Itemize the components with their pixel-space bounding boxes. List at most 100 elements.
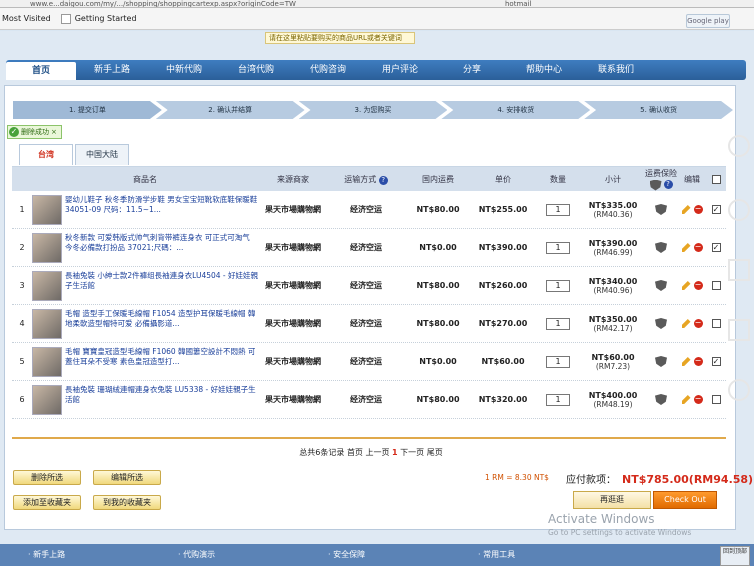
footer-security[interactable]: · 安全保障 — [300, 544, 450, 566]
edit-icon[interactable] — [681, 395, 691, 404]
footer-beginner[interactable]: · 新手上路 — [0, 544, 150, 566]
windows-start-icon[interactable] — [728, 259, 750, 281]
delete-selected-button[interactable]: 删除所选 — [13, 470, 81, 485]
nav-taiwan-purchase[interactable]: 台湾代购 — [220, 60, 292, 80]
select-all-checkbox[interactable] — [711, 174, 721, 184]
tab-taiwan[interactable]: 台湾 — [19, 144, 73, 165]
bookmark-getting-started[interactable]: Getting Started — [60, 13, 137, 24]
browser-address-strip[interactable]: www.e...daigou.com/my/.../shopping/shopp… — [0, 0, 754, 8]
product-thumbnail[interactable] — [32, 346, 62, 377]
pager-last[interactable]: 尾页 — [427, 448, 443, 457]
footer-tools[interactable]: · 常用工具 — [450, 544, 600, 566]
product-cell: 毛帽 寶寶皇冠造型毛線帽 F1060 韓國簍空設計不悶熱 可蓋住耳朵不受寒 素色… — [32, 346, 258, 377]
edit-icon[interactable] — [681, 319, 691, 328]
cart-table: 商品名 来源商家 运输方式 ? 国内运费 单价 数量 小计 运费保险 ? 编辑 … — [12, 166, 726, 419]
pager-current[interactable]: 1 — [392, 448, 398, 457]
product-link[interactable]: 婴幼儿鞋子 秋冬季防滑学步鞋 男女宝宝短靴软底鞋保暖鞋34051-09 尺码：1… — [65, 195, 258, 225]
product-thumbnail[interactable] — [32, 232, 62, 263]
edit-icon[interactable] — [681, 281, 691, 290]
row-checkbox[interactable] — [711, 319, 721, 328]
url-text[interactable]: www.e...daigou.com/my/.../shopping/shopp… — [30, 0, 296, 7]
search-box-text[interactable]: hotmail — [505, 0, 531, 7]
ship-method: 经济空运 — [350, 205, 382, 214]
product-link[interactable]: 長袖兔裝 珊瑚絨連帽連身衣兔裝 LU5338 - 好娃娃親子生活館 — [65, 385, 258, 415]
subtotal-nt: NT$350.00 — [588, 314, 638, 324]
qty-cell: 1 — [534, 279, 582, 292]
nav-help[interactable]: 帮助中心 — [508, 60, 580, 80]
row-checkbox[interactable] — [711, 281, 721, 290]
nav-beginner[interactable]: 新手上路 — [76, 60, 148, 80]
google-play-badge[interactable]: Google play — [686, 14, 730, 28]
checkout-button[interactable]: Check Out — [653, 491, 717, 509]
nav-consult[interactable]: 代购咨询 — [292, 60, 364, 80]
product-thumbnail[interactable] — [32, 194, 62, 225]
pager-first[interactable]: 首页 — [347, 448, 363, 457]
tab-mainland[interactable]: 中国大陆 — [75, 144, 129, 165]
quantity-input[interactable]: 1 — [546, 355, 570, 368]
row-checkbox[interactable] — [711, 395, 721, 404]
edit-cell: − — [678, 395, 706, 404]
delete-icon[interactable]: − — [693, 243, 703, 252]
product-cell: 長袖兔裝 小紳士款2件褲组長袖連身衣LU4504 - 好娃娃親子生活館 — [32, 270, 258, 301]
gear-icon[interactable] — [728, 379, 750, 401]
go-favorites-button[interactable]: 到我的收藏夹 — [93, 495, 161, 510]
add-favorites-button[interactable]: 添加至收藏夹 — [13, 495, 81, 510]
back-to-top-button[interactable]: 回到顶部 — [720, 546, 750, 566]
select-cell: ✓ — [706, 205, 726, 214]
share-icon[interactable] — [728, 199, 750, 221]
pager-prev[interactable]: 上一页 — [365, 448, 389, 457]
bookmark-most-visited[interactable]: Most Visited — [2, 14, 51, 23]
devices-icon[interactable] — [728, 319, 750, 341]
pager-next[interactable]: 下一页 — [400, 448, 424, 457]
continue-shopping-button[interactable]: 再逛逛 — [573, 491, 651, 509]
shield-icon[interactable] — [655, 204, 667, 215]
product-thumbnail[interactable] — [32, 308, 62, 339]
row-checkbox[interactable]: ✓ — [711, 205, 721, 214]
header-domestic: 国内运费 — [422, 174, 454, 184]
delete-icon[interactable]: − — [693, 281, 703, 290]
domestic-shipping: NT$80.00 — [416, 319, 460, 328]
edit-icon[interactable] — [681, 243, 691, 252]
quantity-input[interactable]: 1 — [546, 241, 570, 254]
nav-reviews[interactable]: 用户评论 — [364, 60, 436, 80]
watermark-sub: Go to PC settings to activate Windows — [548, 528, 692, 537]
shield-icon[interactable] — [655, 242, 667, 253]
search-icon[interactable] — [728, 135, 750, 157]
edit-icon[interactable] — [681, 205, 691, 214]
product-link[interactable]: 毛帽 寶寶皇冠造型毛線帽 F1060 韓國簍空設計不悶熱 可蓋住耳朵不受寒 素色… — [65, 347, 258, 377]
shield-icon[interactable] — [655, 280, 667, 291]
quantity-input[interactable]: 1 — [546, 279, 570, 292]
subtotal-nt: NT$340.00 — [588, 276, 638, 286]
row-checkbox[interactable]: ✓ — [711, 243, 721, 252]
delete-icon[interactable]: − — [693, 395, 703, 404]
product-thumbnail[interactable] — [32, 270, 62, 301]
product-link[interactable]: 毛帽 造型手工保暖毛線帽 F1054 造型护耳保暖毛線帽 韓地柔軟造型帽特可爱 … — [65, 309, 258, 339]
delete-icon[interactable]: − — [693, 319, 703, 328]
nav-share[interactable]: 分享 — [436, 60, 508, 80]
edit-icon[interactable] — [681, 357, 691, 366]
product-link[interactable]: 秋冬新款 可爱韩版式帅气刺背带裤连身衣 可正式可淘气 今冬必備款打扮品 3702… — [65, 233, 258, 263]
product-link[interactable]: 長袖兔裝 小紳士款2件褲组長袖連身衣LU4504 - 好娃娃親子生活館 — [65, 271, 258, 301]
close-icon[interactable]: × — [51, 126, 57, 138]
delete-icon[interactable]: − — [693, 205, 703, 214]
edit-selected-button[interactable]: 编辑所选 — [93, 470, 161, 485]
select-cell: ✓ — [706, 243, 726, 252]
help-icon[interactable]: ? — [378, 175, 388, 185]
help-icon[interactable]: ? — [663, 179, 673, 189]
delete-icon[interactable]: − — [693, 357, 703, 366]
header-shop: 来源商家 — [277, 174, 309, 184]
shield-icon[interactable] — [655, 318, 667, 329]
quantity-input[interactable]: 1 — [546, 203, 570, 216]
shield-icon[interactable] — [655, 356, 667, 367]
ship-method: 经济空运 — [350, 243, 382, 252]
quantity-input[interactable]: 1 — [546, 393, 570, 406]
nav-china-purchase[interactable]: 中新代购 — [148, 60, 220, 80]
shield-icon[interactable] — [655, 394, 667, 405]
nav-contact[interactable]: 联系我们 — [580, 60, 652, 80]
header-select-all[interactable] — [706, 174, 726, 184]
nav-home[interactable]: 首页 — [6, 62, 76, 80]
footer-demo[interactable]: · 代购演示 — [150, 544, 300, 566]
quantity-input[interactable]: 1 — [546, 317, 570, 330]
row-checkbox[interactable]: ✓ — [711, 357, 721, 366]
product-thumbnail[interactable] — [32, 384, 62, 415]
